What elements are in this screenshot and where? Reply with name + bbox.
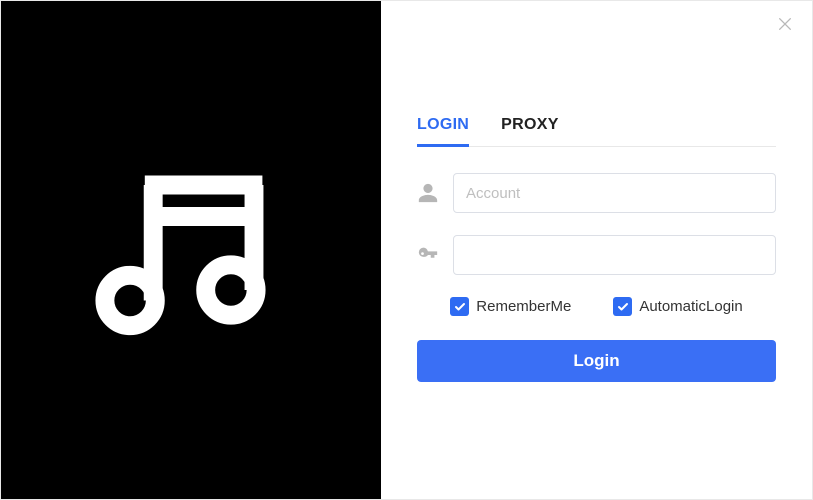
automatic-login-checkbox[interactable]: AutomaticLogin xyxy=(613,297,742,316)
password-input[interactable] xyxy=(453,235,776,275)
form-panel: LOGIN PROXY RememberMe xyxy=(381,1,812,499)
tab-login[interactable]: LOGIN xyxy=(417,116,469,147)
person-icon xyxy=(417,182,439,204)
login-button[interactable]: Login xyxy=(417,340,776,382)
tab-bar: LOGIN PROXY xyxy=(417,115,776,147)
close-button[interactable] xyxy=(774,15,796,37)
login-window: LOGIN PROXY RememberMe xyxy=(0,0,813,500)
close-icon xyxy=(777,16,793,37)
account-row xyxy=(417,173,776,213)
key-icon xyxy=(417,244,439,266)
automatic-login-label: AutomaticLogin xyxy=(639,298,742,315)
account-input[interactable] xyxy=(453,173,776,213)
remember-me-label: RememberMe xyxy=(476,298,571,315)
check-icon xyxy=(450,297,469,316)
remember-me-checkbox[interactable]: RememberMe xyxy=(450,297,571,316)
brand-panel xyxy=(1,1,381,499)
password-row xyxy=(417,235,776,275)
tab-proxy[interactable]: PROXY xyxy=(501,116,559,147)
check-icon xyxy=(613,297,632,316)
options-row: RememberMe AutomaticLogin xyxy=(417,297,776,316)
music-note-icon xyxy=(86,143,296,358)
